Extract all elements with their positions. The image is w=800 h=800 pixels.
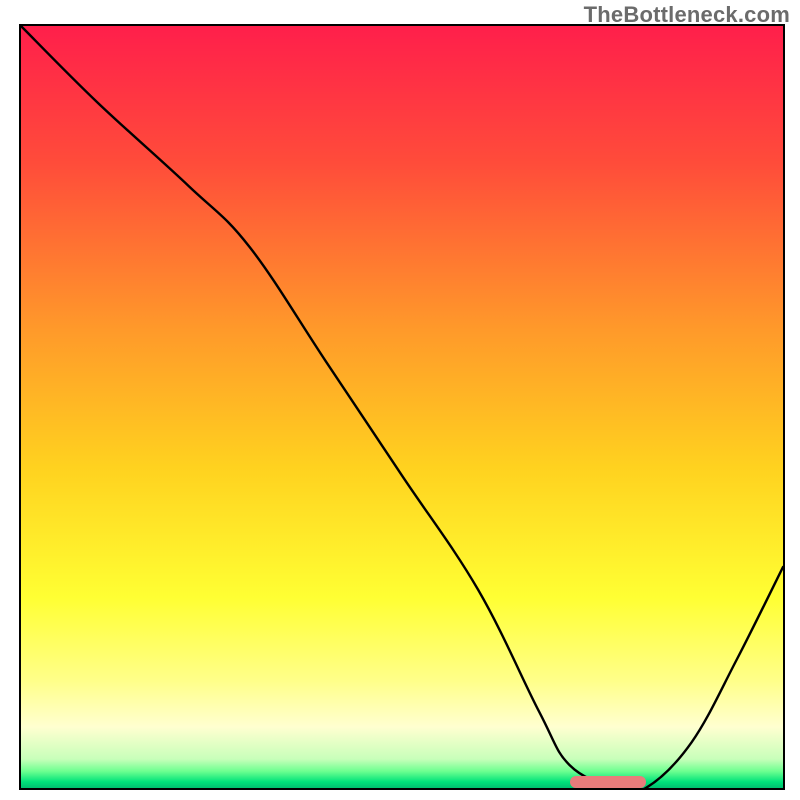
watermark-text: TheBottleneck.com <box>584 2 790 28</box>
chart-container: TheBottleneck.com <box>0 0 800 800</box>
plot-area <box>21 26 783 788</box>
optimal-range-marker <box>570 776 646 788</box>
bottleneck-curve <box>21 26 783 788</box>
plot-frame <box>19 24 785 790</box>
